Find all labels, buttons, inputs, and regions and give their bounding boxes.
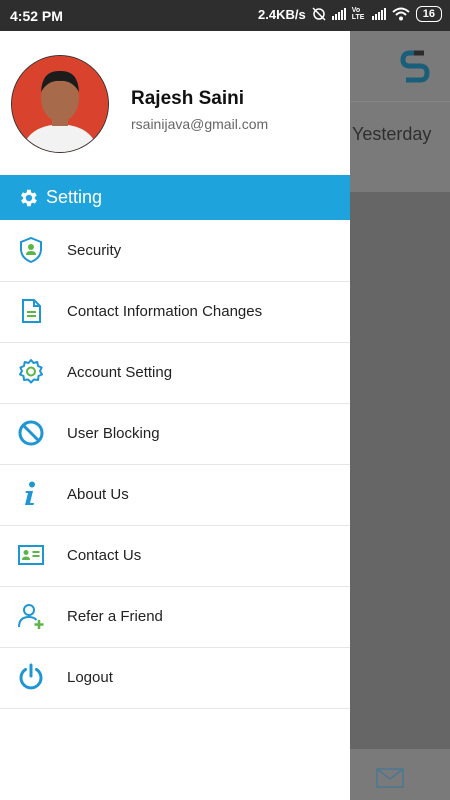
section-header: Setting: [0, 175, 350, 220]
block-icon: [18, 420, 44, 446]
signal-icon: [331, 8, 346, 20]
status-time: 4:52 PM: [10, 8, 63, 24]
add-user-icon: [18, 604, 44, 629]
menu-item-label: Refer a Friend: [67, 608, 163, 625]
menu-item-label: Contact Us: [67, 547, 142, 564]
app-logo-icon: [400, 50, 430, 83]
avatar[interactable]: [11, 55, 109, 153]
user-name: Rajesh Saini: [131, 88, 244, 109]
section-title: Setting: [46, 187, 103, 207]
menu-item-contact-information-changes[interactable]: Contact Information Changes: [0, 282, 350, 343]
muted-alarm-icon: [312, 7, 326, 21]
shield-user-icon: [20, 236, 42, 264]
carrier-label: Vo LTE: [351, 7, 365, 21]
menu-item-label: Contact Information Changes: [67, 303, 263, 320]
menu-item-refer-a-friend[interactable]: Refer a Friend: [0, 587, 350, 648]
list-item-time: Yesterday: [352, 124, 432, 144]
menu-item-label: Security: [67, 242, 122, 259]
menu-item-contact-us[interactable]: Contact Us: [0, 526, 350, 587]
menu-item-account-setting[interactable]: Account Setting: [0, 343, 350, 404]
menu-item-label: Account Setting: [67, 364, 173, 381]
menu-item-user-blocking[interactable]: User Blocking: [0, 404, 350, 465]
menu-item-about-us[interactable]: About Us: [0, 465, 350, 526]
status-bar: 4:52 PM 2.4KB/s Vo LTE 16: [0, 0, 450, 31]
menu-item-label: About Us: [67, 486, 129, 503]
document-icon: [22, 299, 41, 323]
user-email: rsainijava@gmail.com: [131, 116, 269, 132]
navigation-drawer: Rajesh Saini rsainijava@gmail.com Settin…: [0, 31, 350, 800]
wifi-icon: [392, 7, 410, 21]
network-speed: 2.4KB/s: [258, 6, 306, 22]
mail-icon: [376, 768, 404, 788]
battery-indicator: 16: [415, 6, 442, 22]
gear-icon: [19, 359, 43, 384]
menu-item-logout[interactable]: Logout: [0, 648, 350, 709]
menu-item-label: User Blocking: [67, 425, 160, 442]
info-icon: [25, 481, 35, 505]
background-list-item: Yesterday: [350, 102, 450, 192]
menu-item-security[interactable]: Security: [0, 221, 350, 282]
gear-icon: [21, 189, 37, 206]
menu-item-label: Logout: [67, 669, 113, 686]
drawer-menu: Security Contact Information Changes Acc…: [0, 221, 350, 709]
contact-card-icon: [18, 545, 44, 565]
power-icon: [19, 663, 43, 690]
signal-icon-2: [371, 8, 386, 20]
